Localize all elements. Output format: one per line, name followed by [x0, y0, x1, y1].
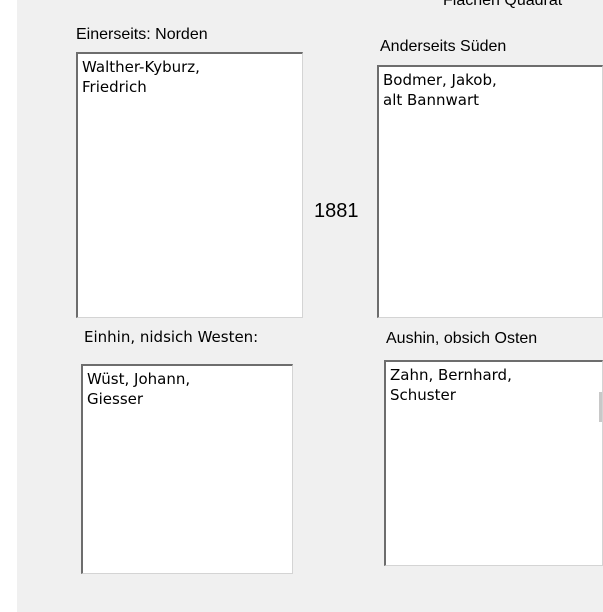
year-label: 1881 — [314, 200, 359, 222]
south-label: Anderseits Süden — [380, 38, 507, 55]
east-neighbor-textbox[interactable]: Zahn, Bernhard, Schuster — [384, 360, 603, 566]
west-label: Einhin, nidsich Westen: — [84, 328, 259, 346]
south-neighbor-textbox[interactable]: Bodmer, Jakob, alt Bannwart — [377, 65, 603, 318]
south-neighbor-text: Bodmer, Jakob, alt Bannwart — [383, 70, 497, 110]
north-line-2: Friedrich — [82, 78, 147, 96]
area-header-label: Flächen Quadrat — [443, 0, 563, 9]
east-scrollbar[interactable] — [599, 392, 602, 422]
north-label: Einerseits: Norden — [76, 26, 208, 43]
north-line-1: Walther-Kyburz, — [82, 58, 200, 76]
south-line-1: Bodmer, Jakob, — [383, 71, 497, 89]
east-line-2: Schuster — [390, 386, 456, 404]
west-line-2: Giesser — [87, 390, 144, 408]
east-neighbor-text: Zahn, Bernhard, Schuster — [390, 365, 512, 405]
north-neighbor-text: Walther-Kyburz, Friedrich — [82, 57, 200, 97]
south-line-2: alt Bannwart — [383, 91, 480, 109]
west-line-1: Wüst, Johann, — [87, 370, 191, 388]
west-neighbor-text: Wüst, Johann, Giesser — [87, 369, 190, 409]
north-neighbor-textbox[interactable]: Walther-Kyburz, Friedrich — [76, 52, 303, 318]
west-neighbor-textbox[interactable]: Wüst, Johann, Giesser — [81, 364, 293, 574]
east-line-1: Zahn, Bernhard, — [390, 366, 512, 384]
east-label: Aushin, obsich Osten — [386, 330, 538, 347]
